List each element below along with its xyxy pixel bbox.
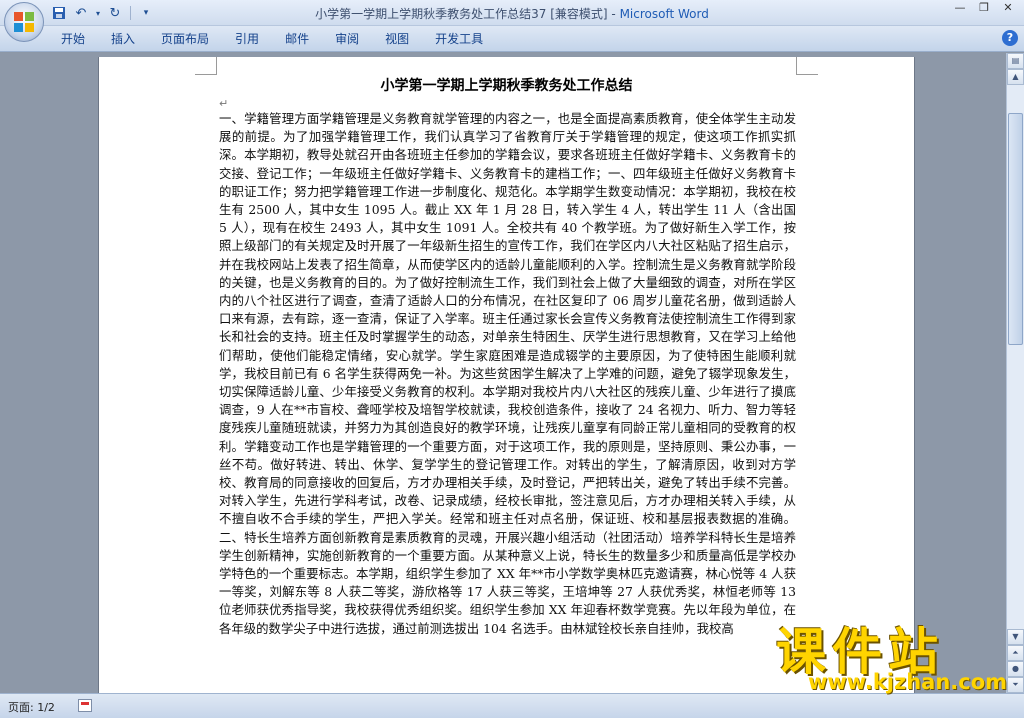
ribbon-tabs: 开始 插入 页面布局 引用 邮件 审阅 视图 开发工具 bbox=[48, 26, 496, 52]
title-separator: - bbox=[607, 7, 620, 21]
office-button[interactable] bbox=[4, 2, 44, 42]
document-area: 小学第一学期上学期秋季教务处工作总结 ↵ 一、学籍管理方面学籍管理是义务教育就学… bbox=[0, 53, 1006, 693]
site-watermark: 课件站 www.kjzhan.com bbox=[776, 612, 1024, 698]
window-title: 小学第一学期上学期秋季教务处工作总结37 [兼容模式] - Microsoft … bbox=[0, 5, 1024, 22]
ruler-toggle-icon[interactable]: ▤ bbox=[1007, 53, 1024, 69]
restore-icon[interactable]: ❐ bbox=[972, 0, 996, 16]
margin-corner-top-left bbox=[195, 57, 217, 75]
tab-view[interactable]: 视图 bbox=[372, 26, 422, 52]
tab-home[interactable]: 开始 bbox=[48, 26, 98, 52]
ribbon: 开始 插入 页面布局 引用 邮件 审阅 视图 开发工具 ? bbox=[0, 26, 1024, 52]
title-bar: ↶ ▾ ↻ ▾ 小学第一学期上学期秋季教务处工作总结37 [兼容模式] - Mi… bbox=[0, 0, 1024, 42]
window-controls: — ❐ ✕ bbox=[948, 0, 1020, 16]
document-body-text[interactable]: 一、学籍管理方面学籍管理是义务教育就学管理的内容之一，也是全面提高素质教育，使全… bbox=[219, 110, 796, 638]
document-page[interactable]: 小学第一学期上学期秋季教务处工作总结 ↵ 一、学籍管理方面学籍管理是义务教育就学… bbox=[98, 57, 915, 693]
tab-page-layout[interactable]: 页面布局 bbox=[148, 26, 222, 52]
close-icon[interactable]: ✕ bbox=[996, 0, 1020, 16]
document-title-text: 小学第一学期上学期秋季教务处工作总结37 [兼容模式] bbox=[315, 7, 608, 21]
office-logo-icon bbox=[14, 12, 34, 32]
scroll-up-icon[interactable]: ▲ bbox=[1007, 69, 1024, 85]
tab-review[interactable]: 审阅 bbox=[322, 26, 372, 52]
minimize-icon[interactable]: — bbox=[948, 0, 972, 16]
tab-references[interactable]: 引用 bbox=[222, 26, 272, 52]
margin-corner-top-right bbox=[796, 57, 818, 75]
vertical-scrollbar[interactable]: ▤ ▲ ▼ ⏶ ● ⏷ bbox=[1006, 53, 1024, 693]
tab-developer[interactable]: 开发工具 bbox=[422, 26, 496, 52]
proofing-icon[interactable] bbox=[78, 699, 92, 712]
watermark-url: www.kjzhan.com bbox=[808, 670, 1008, 694]
tab-mailings[interactable]: 邮件 bbox=[272, 26, 322, 52]
app-name: Microsoft Word bbox=[619, 7, 709, 21]
help-icon[interactable]: ? bbox=[1002, 30, 1018, 46]
page-indicator[interactable]: 页面: 1/2 bbox=[8, 699, 55, 715]
tab-insert[interactable]: 插入 bbox=[98, 26, 148, 52]
scroll-thumb[interactable] bbox=[1008, 113, 1023, 345]
paragraph-mark: ↵ bbox=[219, 97, 229, 110]
document-heading: 小学第一学期上学期秋季教务处工作总结 bbox=[380, 78, 633, 94]
